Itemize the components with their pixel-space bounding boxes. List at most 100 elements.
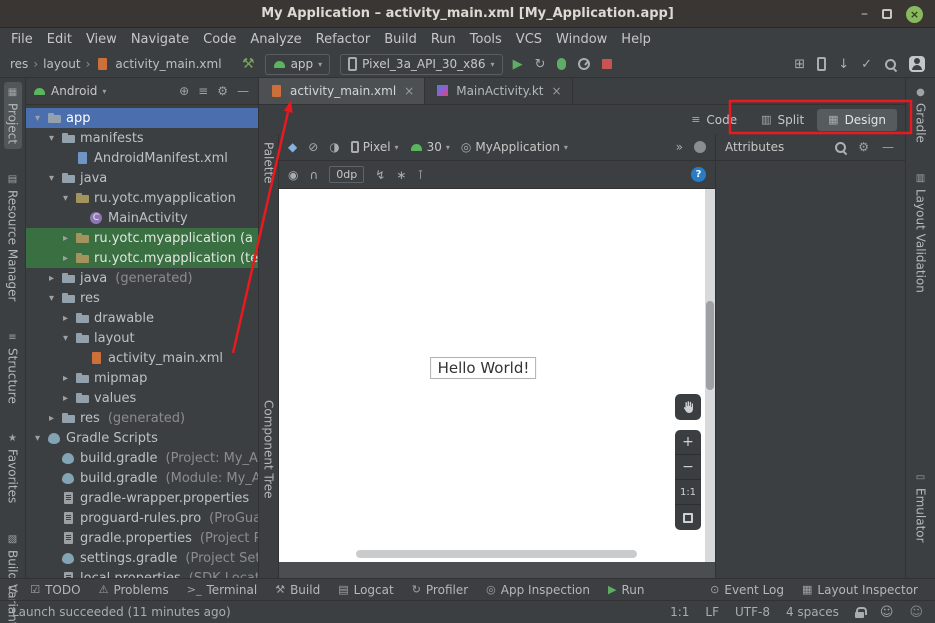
tool-button-component-tree[interactable]: Component Tree bbox=[262, 398, 276, 500]
tree-item-java[interactable]: ▸java(generated) bbox=[26, 268, 258, 288]
tree-item-ru-yotc-myapplication-tes[interactable]: ▸ru.yotc.myapplication (tes bbox=[26, 248, 258, 268]
toolwindow-button-terminal[interactable]: >_Terminal bbox=[178, 579, 266, 600]
chevron-right-icon[interactable]: ▸ bbox=[60, 313, 71, 324]
overflow-icon[interactable]: » bbox=[676, 141, 683, 153]
settings-icon[interactable]: ⚙ bbox=[856, 140, 871, 154]
tool-button-project[interactable]: ▦Project bbox=[4, 82, 22, 149]
tree-item-settings-gradle[interactable]: settings.gradle(Project Setti bbox=[26, 548, 258, 568]
tool-button-favorites[interactable]: ★Favorites bbox=[4, 428, 22, 508]
locate-file-icon[interactable]: ⊕ bbox=[177, 84, 191, 98]
toolwindow-button-event-log[interactable]: ⊙Event Log bbox=[701, 579, 793, 600]
tree-item-activity-main-xml[interactable]: activity_main.xml bbox=[26, 348, 258, 368]
run-config-selector[interactable]: app ▾ bbox=[265, 54, 331, 75]
chevron-down-icon[interactable]: ▾ bbox=[60, 193, 71, 204]
tree-item-proguard-rules-pro[interactable]: proguard-rules.pro(ProGuar bbox=[26, 508, 258, 528]
stop-button[interactable] bbox=[602, 59, 612, 69]
project-view-selector[interactable]: Android ▾ ⊕ ≡ ⚙ — bbox=[26, 78, 258, 105]
tree-item-gradle-wrapper-properties[interactable]: gradle-wrapper.properties( bbox=[26, 488, 258, 508]
commit-icon[interactable]: ✓ bbox=[861, 58, 872, 71]
menu-view[interactable]: View bbox=[79, 28, 124, 51]
menu-run[interactable]: Run bbox=[424, 28, 463, 51]
close-tab-icon[interactable]: × bbox=[404, 84, 414, 98]
indent-setting[interactable]: 4 spaces bbox=[786, 605, 839, 619]
maximize-button[interactable] bbox=[882, 9, 892, 19]
toolwindow-button-layout-inspector[interactable]: ▦Layout Inspector bbox=[793, 579, 927, 600]
mode-button-design[interactable]: ▦Design bbox=[817, 109, 897, 131]
toolwindow-button-todo[interactable]: ☑TODO bbox=[21, 579, 89, 600]
chevron-down-icon[interactable]: ▾ bbox=[32, 433, 43, 444]
menu-tools[interactable]: Tools bbox=[463, 28, 509, 51]
align-icon[interactable]: ⊺ bbox=[417, 169, 423, 181]
notifications-icon[interactable]: ☺ bbox=[880, 605, 894, 620]
breadcrumb-activity-main-xml[interactable]: activity_main.xml bbox=[115, 57, 221, 71]
default-margin-selector[interactable]: 0dp bbox=[329, 166, 364, 183]
design-surface-icon[interactable]: ◆ bbox=[288, 141, 297, 153]
clear-constraints-icon[interactable]: ↯ bbox=[375, 169, 385, 181]
issue-panel-icon[interactable] bbox=[694, 141, 706, 153]
theme-menu[interactable]: ◎ MyApplication ▾ bbox=[461, 140, 568, 154]
menu-window[interactable]: Window bbox=[549, 28, 614, 51]
chevron-down-icon[interactable]: ▾ bbox=[60, 333, 71, 344]
chevron-right-icon[interactable]: ▸ bbox=[46, 273, 57, 284]
editor-tab-mainactivity-kt[interactable]: MainActivity.kt× bbox=[425, 78, 572, 104]
chevron-right-icon[interactable]: ▸ bbox=[60, 253, 71, 264]
lock-icon[interactable] bbox=[855, 607, 864, 618]
chevron-down-icon[interactable]: ▾ bbox=[46, 133, 57, 144]
chevron-down-icon[interactable]: ▾ bbox=[32, 113, 43, 124]
device-screen[interactable]: Hello World! bbox=[279, 189, 705, 562]
tool-button-structure[interactable]: ≡Structure bbox=[4, 327, 22, 409]
blueprint-icon[interactable]: ⊘ bbox=[308, 141, 318, 153]
device-selector[interactable]: Pixel_3a_API_30_x86 ▾ bbox=[340, 54, 502, 75]
breadcrumb-res[interactable]: res bbox=[10, 57, 28, 71]
horizontal-scrollbar[interactable] bbox=[356, 550, 637, 558]
tool-button-palette[interactable]: Palette bbox=[262, 140, 276, 186]
menu-help[interactable]: Help bbox=[614, 28, 658, 51]
tree-item-local-properties[interactable]: local.properties(SDK Locati bbox=[26, 568, 258, 578]
chevron-down-icon[interactable]: ▾ bbox=[46, 293, 57, 304]
autoconnect-icon[interactable]: ∩ bbox=[309, 169, 318, 181]
line-separator[interactable]: LF bbox=[705, 605, 719, 619]
debug-button[interactable] bbox=[557, 58, 566, 70]
pan-button[interactable] bbox=[675, 394, 701, 420]
chevron-right-icon[interactable]: ▸ bbox=[60, 393, 71, 404]
search-icon[interactable] bbox=[884, 58, 897, 71]
zoom-ratio-button[interactable]: 1:1 bbox=[675, 480, 701, 505]
menu-navigate[interactable]: Navigate bbox=[124, 28, 196, 51]
menu-file[interactable]: File bbox=[4, 28, 40, 51]
hello-world-textview[interactable]: Hello World! bbox=[431, 357, 537, 379]
build-hammer-icon[interactable]: ⚒ bbox=[242, 57, 255, 71]
mode-button-code[interactable]: ≡Code bbox=[680, 109, 748, 131]
orientation-icon[interactable]: ◑ bbox=[329, 141, 339, 153]
view-options-icon[interactable]: ◉ bbox=[288, 169, 298, 181]
menu-analyze[interactable]: Analyze bbox=[243, 28, 308, 51]
zoom-out-button[interactable]: − bbox=[675, 455, 701, 480]
file-encoding[interactable]: UTF-8 bbox=[735, 605, 770, 619]
tool-button-emulator[interactable]: ▭Emulator bbox=[912, 467, 930, 548]
chevron-right-icon[interactable]: ▸ bbox=[46, 413, 57, 424]
tree-item-gradle-scripts[interactable]: ▾Gradle Scripts bbox=[26, 428, 258, 448]
menu-refactor[interactable]: Refactor bbox=[309, 28, 378, 51]
toolwindow-button-problems[interactable]: ⚠Problems bbox=[90, 579, 178, 600]
tool-button-resource-manager[interactable]: ▤Resource Manager bbox=[4, 169, 22, 306]
tree-item-res[interactable]: ▾res bbox=[26, 288, 258, 308]
tree-item-drawable[interactable]: ▸drawable bbox=[26, 308, 258, 328]
help-icon[interactable]: ? bbox=[691, 167, 706, 182]
device-menu[interactable]: Pixel ▾ bbox=[351, 140, 399, 154]
menu-code[interactable]: Code bbox=[196, 28, 243, 51]
tool-button-layout-validation[interactable]: ▥Layout Validation bbox=[912, 168, 930, 298]
tree-item-ru-yotc-myapplication[interactable]: ▾ru.yotc.myapplication bbox=[26, 188, 258, 208]
tree-item-ru-yotc-myapplication-a[interactable]: ▸ru.yotc.myapplication (a bbox=[26, 228, 258, 248]
hide-panel-icon[interactable]: — bbox=[235, 84, 251, 98]
chevron-right-icon[interactable]: ▸ bbox=[60, 373, 71, 384]
api-version-menu[interactable]: 30 ▾ bbox=[410, 140, 450, 154]
vertical-scrollbar-thumb[interactable] bbox=[706, 301, 714, 391]
vertical-scrollbar-track[interactable] bbox=[705, 189, 715, 562]
close-tab-icon[interactable]: × bbox=[552, 84, 562, 98]
breadcrumb-layout[interactable]: layout bbox=[43, 57, 80, 71]
caret-position[interactable]: 1:1 bbox=[670, 605, 689, 619]
tree-item-layout[interactable]: ▾layout bbox=[26, 328, 258, 348]
zoom-to-fit-button[interactable] bbox=[675, 505, 701, 530]
collapse-all-icon[interactable]: ≡ bbox=[196, 84, 210, 98]
tool-button-gradle[interactable]: ●Gradle bbox=[912, 82, 930, 148]
minimize-button[interactable]: – bbox=[861, 9, 868, 19]
